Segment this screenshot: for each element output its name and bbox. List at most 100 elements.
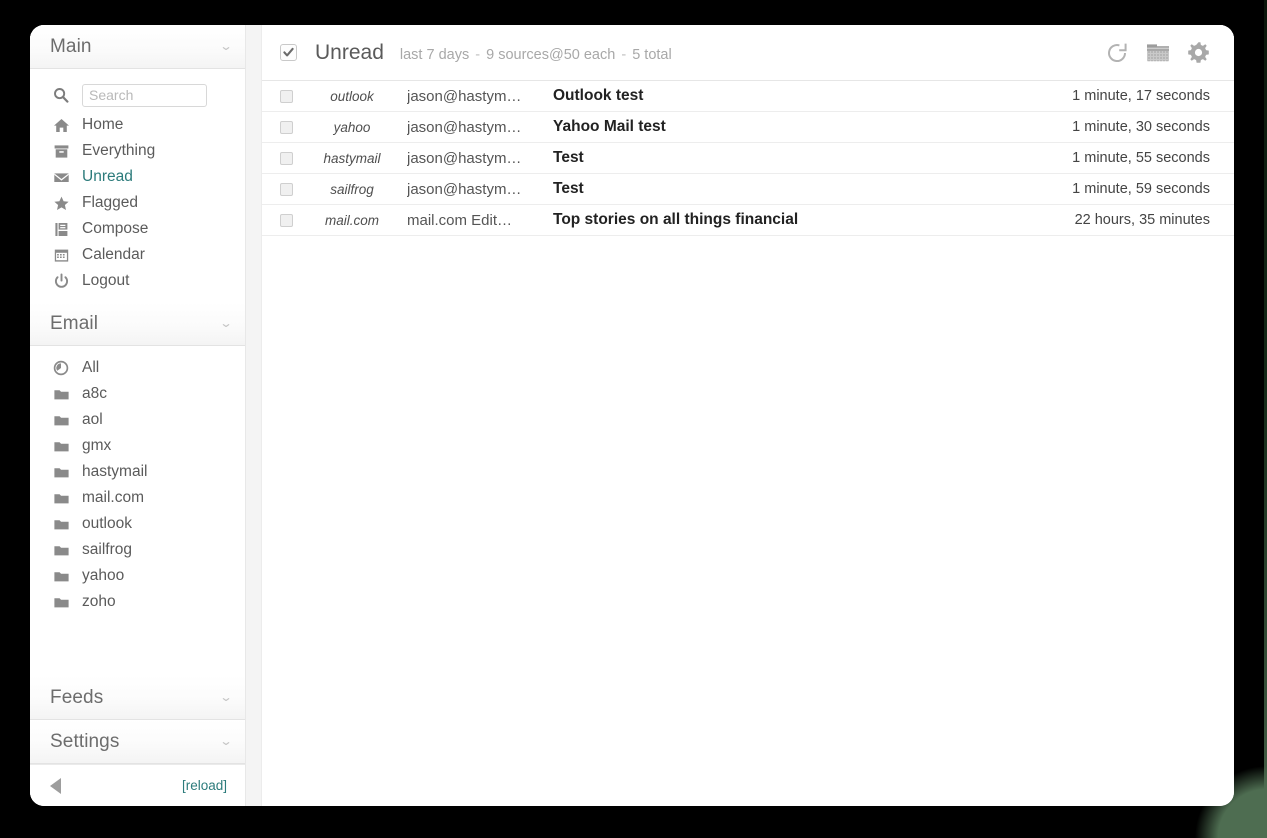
message-source: sailfrog [307,182,397,197]
chevron-down-icon: ⌄ [219,317,233,329]
sidebar-item-logout[interactable]: Logout [30,268,245,294]
select-all-checkbox[interactable] [280,44,297,61]
table-row[interactable]: sailfrog jason@hastym… Test 1 minute, 59… [262,174,1234,205]
folder-item-gmx-label: gmx [82,437,111,455]
message-sender: jason@hastym… [407,150,535,167]
row-checkbox[interactable] [280,121,293,134]
folder-item-a8c[interactable]: a8c [30,381,245,407]
message-subject: Yahoo Mail test [553,118,1052,136]
collapse-left-icon[interactable] [50,778,61,794]
message-source: yahoo [307,120,397,135]
folder-icon[interactable] [1145,42,1171,64]
sidebar-item-logout-label: Logout [82,272,129,290]
app-window: Main ⌄ Home [30,25,1234,806]
table-row[interactable]: outlook jason@hastym… Outlook test 1 min… [262,81,1234,112]
meta-separator-2: - [619,47,628,63]
sidebar-section-main[interactable]: Main ⌄ [30,25,245,69]
sidebar-item-home-label: Home [82,116,123,134]
sidebar-item-compose[interactable]: Compose [30,216,245,242]
folder-icon [52,385,70,403]
folder-item-outlook-label: outlook [82,515,132,533]
message-list-header: Unread last 7 days - 9 sources@50 each -… [262,25,1234,81]
folder-item-zoho[interactable]: zoho [30,589,245,615]
row-checkbox[interactable] [280,183,293,196]
row-checkbox[interactable] [280,90,293,103]
page-title: Unread [315,41,384,65]
folder-item-yahoo-label: yahoo [82,567,124,585]
folder-item-mailcom[interactable]: mail.com [30,485,245,511]
row-checkbox[interactable] [280,152,293,165]
sidebar-section-email-label: Email [50,313,98,335]
meta-sources: 9 sources@50 each [486,47,615,63]
main-nav-list: Home Everything Unread [30,69,245,302]
sidebar-item-calendar-label: Calendar [82,246,145,264]
archive-icon [52,142,70,160]
folder-item-outlook[interactable]: outlook [30,511,245,537]
search-icon [52,87,70,103]
message-sender: jason@hastym… [407,88,535,105]
message-sender: mail.com Edit… [407,212,535,229]
folder-item-sailfrog-label: sailfrog [82,541,132,559]
message-subject: Test [553,180,1052,198]
message-subject: Top stories on all things financial [553,211,1055,229]
message-subject: Outlook test [553,87,1052,105]
folder-icon [52,463,70,481]
sidebar-item-unread[interactable]: Unread [30,164,245,190]
sidebar-item-flagged[interactable]: Flagged [30,190,245,216]
sidebar-item-home[interactable]: Home [30,112,245,138]
search-input[interactable] [82,84,207,107]
message-source: hastymail [307,151,397,166]
home-icon [52,116,70,134]
sidebar-item-flagged-label: Flagged [82,194,138,212]
table-row[interactable]: hastymail jason@hastym… Test 1 minute, 5… [262,143,1234,174]
folder-item-all[interactable]: All [30,355,245,381]
folder-item-aol[interactable]: aol [30,407,245,433]
sidebar-section-settings[interactable]: Settings ⌄ [30,720,245,764]
folder-item-yahoo[interactable]: yahoo [30,563,245,589]
folder-item-gmx[interactable]: gmx [30,433,245,459]
sidebar-item-calendar[interactable]: Calendar [30,242,245,268]
checkmark-icon [283,47,294,58]
sidebar: Main ⌄ Home [30,25,246,806]
chevron-down-icon: ⌄ [219,735,233,747]
envelope-icon [52,168,70,186]
sidebar-section-email[interactable]: Email ⌄ [30,302,245,346]
meta-range: last 7 days [400,47,469,63]
sidebar-section-feeds[interactable]: Feeds ⌄ [30,676,245,720]
email-folder-list: All a8c aol [30,346,245,625]
folder-icon [52,411,70,429]
main-content: Unread last 7 days - 9 sources@50 each -… [262,25,1234,806]
message-source: mail.com [307,213,397,228]
row-checkbox[interactable] [280,214,293,227]
message-subject: Test [553,149,1052,167]
folder-icon [52,437,70,455]
table-row[interactable]: mail.com mail.com Edit… Top stories on a… [262,205,1234,236]
sidebar-item-everything[interactable]: Everything [30,138,245,164]
message-age: 1 minute, 30 seconds [1052,119,1210,135]
folder-icon [52,489,70,507]
star-icon [52,194,70,212]
view-meta: last 7 days - 9 sources@50 each - 5 tota… [400,43,672,63]
folder-item-sailfrog[interactable]: sailfrog [30,537,245,563]
table-row[interactable]: yahoo jason@hastym… Yahoo Mail test 1 mi… [262,112,1234,143]
reload-link[interactable]: [reload] [182,778,227,793]
refresh-icon[interactable] [1105,41,1129,65]
desktop-background: Main ⌄ Home [0,0,1267,838]
clock-icon [52,359,70,377]
header-toolbar [1105,41,1210,65]
sidebar-section-settings-label: Settings [50,731,119,753]
message-sender: jason@hastym… [407,181,535,198]
power-icon [52,272,70,290]
calendar-icon [52,246,70,264]
meta-total: 5 total [632,47,672,63]
folder-icon [52,593,70,611]
sidebar-section-feeds-label: Feeds [50,687,103,709]
folder-item-zoho-label: zoho [82,593,116,611]
sidebar-item-compose-label: Compose [82,220,148,238]
folder-item-hastymail[interactable]: hastymail [30,459,245,485]
folder-item-a8c-label: a8c [82,385,107,403]
sidebar-gutter [246,25,262,806]
message-age: 1 minute, 55 seconds [1052,150,1210,166]
chevron-down-icon: ⌄ [219,691,233,703]
gear-icon[interactable] [1187,41,1210,64]
